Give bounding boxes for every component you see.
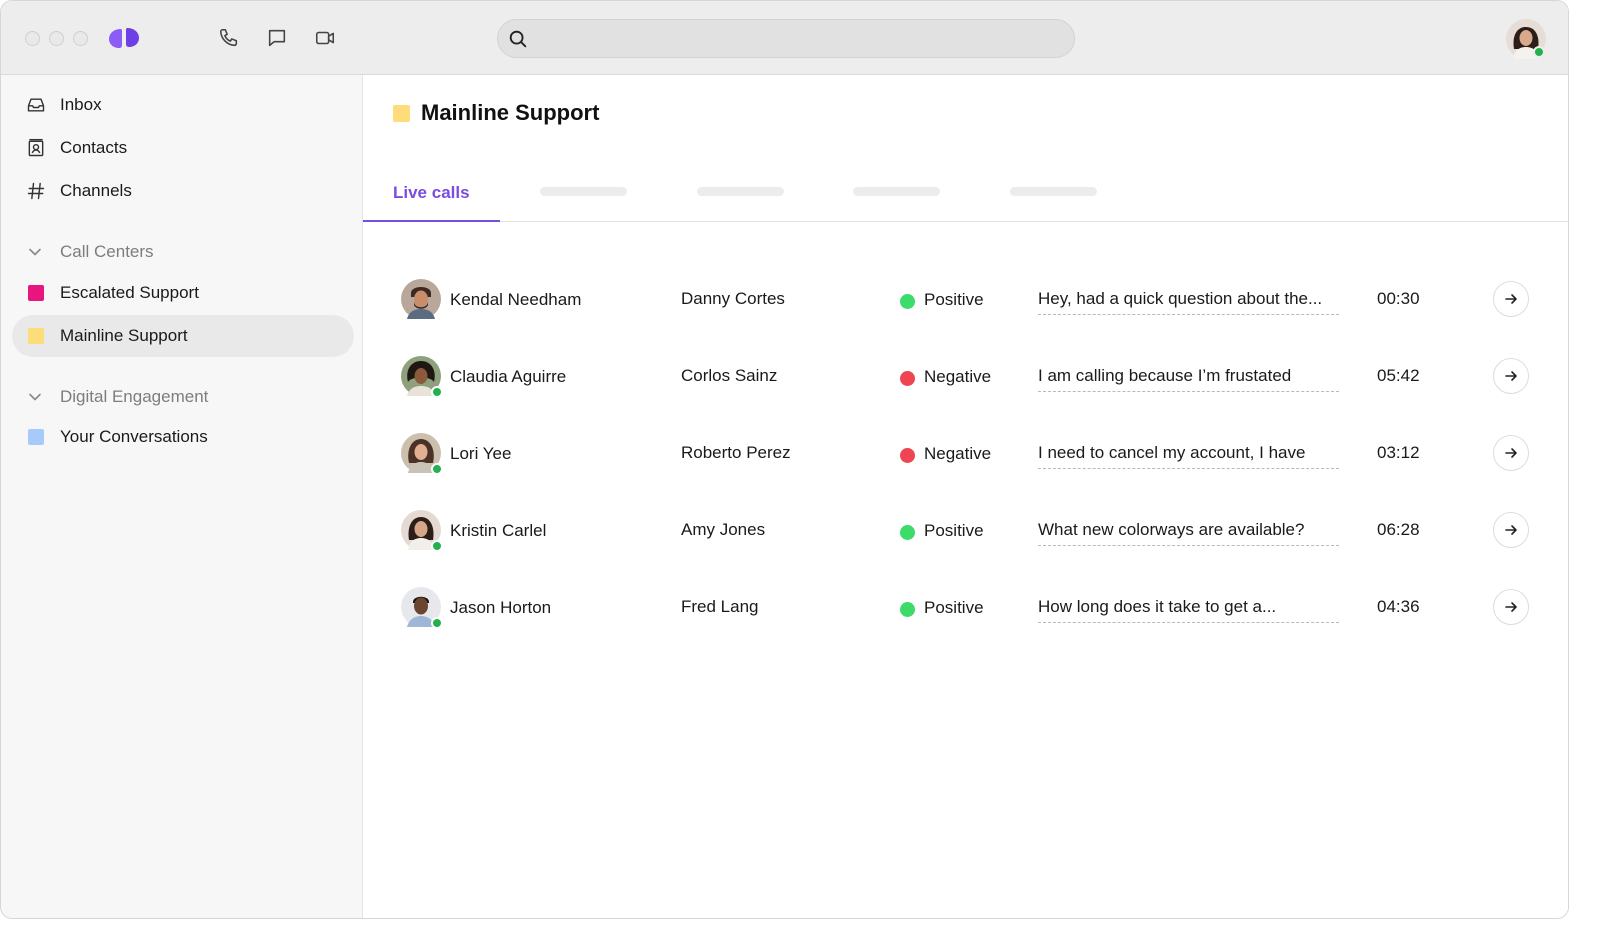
arrow-right-icon bbox=[1505, 525, 1517, 535]
agent-name: Kristin Carlel bbox=[450, 521, 547, 540]
transcript-snippet[interactable]: How long does it take to get a... bbox=[1038, 597, 1339, 623]
presence-indicator bbox=[431, 540, 443, 552]
arrow-right-icon bbox=[1505, 294, 1517, 304]
sidebar-item-your-conversations[interactable]: Your Conversations bbox=[12, 416, 354, 458]
arrow-right-icon bbox=[1505, 602, 1517, 612]
open-call-button[interactable] bbox=[1493, 281, 1529, 317]
section-label: Digital Engagement bbox=[60, 387, 209, 406]
table-row[interactable]: Claudia Aguirre Corlos Sainz Negative I … bbox=[363, 345, 1568, 405]
close-window-button[interactable] bbox=[25, 31, 40, 46]
video-icon[interactable] bbox=[314, 27, 336, 49]
presence-indicator bbox=[1533, 46, 1545, 58]
table-row[interactable]: Kristin Carlel Amy Jones Positive What n… bbox=[363, 499, 1568, 559]
sentiment-dot bbox=[900, 525, 915, 540]
color-square bbox=[28, 429, 44, 445]
page-color-square bbox=[393, 105, 410, 122]
table-row[interactable]: Lori Yee Roberto Perez Negative I need t… bbox=[363, 422, 1568, 482]
main-content: Mainline Support Live calls Kendal Needh… bbox=[363, 75, 1568, 918]
sidebar-item-inbox[interactable]: Inbox bbox=[12, 84, 354, 126]
title-bar bbox=[1, 1, 1568, 75]
page-title: Mainline Support bbox=[421, 100, 600, 125]
open-call-button[interactable] bbox=[1493, 435, 1529, 471]
tab-placeholder[interactable] bbox=[540, 187, 627, 196]
transcript-snippet[interactable]: What new colorways are available? bbox=[1038, 520, 1339, 546]
table-row[interactable]: Jason Horton Fred Lang Positive How long… bbox=[363, 576, 1568, 636]
agent-name: Jason Horton bbox=[450, 598, 552, 617]
phone-icon[interactable] bbox=[218, 27, 240, 49]
sidebar-item-contacts[interactable]: Contacts bbox=[12, 127, 354, 169]
sidebar: Inbox Contacts Channels Call Centers Esc… bbox=[1, 75, 363, 918]
arrow-right-icon bbox=[1505, 448, 1517, 458]
sentiment-label: Positive bbox=[924, 521, 984, 540]
transcript-snippet[interactable]: I am calling because I’m frustated bbox=[1038, 366, 1339, 392]
section-digital-engagement[interactable]: Digital Engagement bbox=[12, 382, 354, 412]
agent-name: Claudia Aguirre bbox=[450, 367, 567, 386]
agent-name: Kendal Needham bbox=[450, 290, 582, 309]
sidebar-item-mainline-support[interactable]: Mainline Support bbox=[12, 315, 354, 357]
caller-name: Amy Jones bbox=[681, 520, 766, 539]
sidebar-item-channels[interactable]: Channels bbox=[12, 170, 354, 212]
tab-label: Live calls bbox=[393, 183, 470, 202]
sentiment-dot bbox=[900, 448, 915, 463]
sentiment-dot bbox=[900, 371, 915, 386]
minimize-window-button[interactable] bbox=[49, 31, 64, 46]
arrow-right-icon bbox=[1505, 371, 1517, 381]
sidebar-item-escalated-support[interactable]: Escalated Support bbox=[12, 272, 354, 314]
chevron-down-icon bbox=[29, 393, 41, 401]
tab-placeholder[interactable] bbox=[853, 187, 940, 196]
transcript-snippet[interactable]: I need to cancel my account, I have bbox=[1038, 443, 1339, 469]
sentiment-dot bbox=[900, 602, 915, 617]
sidebar-item-label: Channels bbox=[60, 181, 132, 200]
app-window: Inbox Contacts Channels Call Centers Esc… bbox=[0, 0, 1569, 919]
caller-name: Fred Lang bbox=[681, 597, 759, 616]
agent-name: Lori Yee bbox=[450, 444, 512, 463]
open-call-button[interactable] bbox=[1493, 589, 1529, 625]
agent-avatar bbox=[401, 279, 441, 319]
sidebar-item-label: Contacts bbox=[60, 138, 128, 157]
call-duration: 04:36 bbox=[1377, 597, 1420, 616]
contacts-icon bbox=[28, 138, 44, 157]
presence-indicator bbox=[431, 386, 443, 398]
caller-name: Danny Cortes bbox=[681, 289, 785, 308]
call-duration: 03:12 bbox=[1377, 443, 1420, 462]
sentiment-label: Positive bbox=[924, 598, 984, 617]
caller-name: Corlos Sainz bbox=[681, 366, 778, 385]
sidebar-item-label: Escalated Support bbox=[60, 283, 199, 302]
sentiment-label: Negative bbox=[924, 367, 992, 386]
presence-indicator bbox=[431, 617, 443, 629]
color-square bbox=[28, 285, 44, 301]
sidebar-item-label: Inbox bbox=[60, 95, 102, 114]
chat-icon[interactable] bbox=[266, 27, 288, 49]
sentiment-label: Positive bbox=[924, 290, 984, 309]
chevron-down-icon bbox=[29, 248, 41, 256]
sentiment-dot bbox=[900, 294, 915, 309]
call-duration: 06:28 bbox=[1377, 520, 1420, 539]
call-duration: 05:42 bbox=[1377, 366, 1420, 385]
search-input[interactable] bbox=[497, 19, 1075, 58]
presence-indicator bbox=[431, 463, 443, 475]
color-square bbox=[28, 328, 44, 344]
open-call-button[interactable] bbox=[1493, 358, 1529, 394]
caller-name: Roberto Perez bbox=[681, 443, 791, 462]
search-icon bbox=[509, 30, 527, 48]
sidebar-item-label: Mainline Support bbox=[60, 326, 188, 345]
tab-live-calls[interactable]: Live calls bbox=[363, 175, 500, 222]
tab-placeholder[interactable] bbox=[1010, 187, 1097, 196]
tab-placeholder[interactable] bbox=[697, 187, 784, 196]
tab-bar: Live calls bbox=[363, 175, 1568, 222]
inbox-icon bbox=[27, 98, 45, 112]
sentiment-label: Negative bbox=[924, 444, 992, 463]
open-call-button[interactable] bbox=[1493, 512, 1529, 548]
section-call-centers[interactable]: Call Centers bbox=[12, 237, 354, 267]
table-row[interactable]: Kendal Needham Danny Cortes Positive Hey… bbox=[363, 268, 1568, 328]
section-label: Call Centers bbox=[60, 242, 154, 261]
app-logo-icon bbox=[109, 28, 139, 48]
call-duration: 00:30 bbox=[1377, 289, 1420, 308]
maximize-window-button[interactable] bbox=[73, 31, 88, 46]
sidebar-item-label: Your Conversations bbox=[60, 427, 208, 446]
transcript-snippet[interactable]: Hey, had a quick question about the... bbox=[1038, 289, 1339, 315]
hash-icon bbox=[27, 182, 45, 200]
